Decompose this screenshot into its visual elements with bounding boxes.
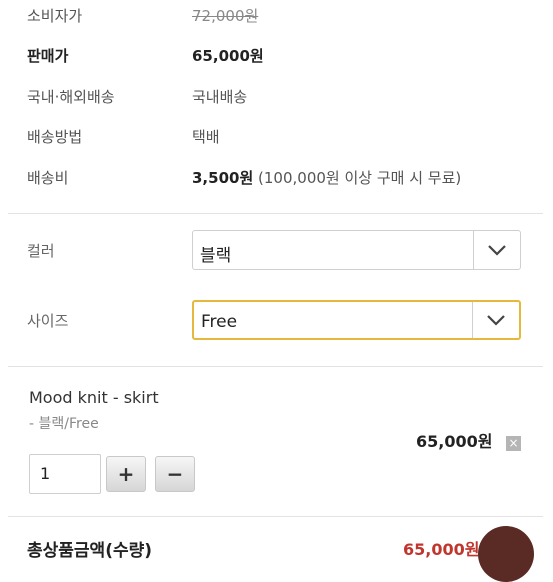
increase-button[interactable]: + (106, 456, 146, 492)
quantity-input[interactable]: 1 (29, 454, 101, 494)
color-select-toggle[interactable] (473, 231, 520, 269)
color-select[interactable]: 블랙 (192, 230, 521, 270)
product-option: - 블랙/Free (29, 416, 99, 432)
consumer-price-label: 소비자가 (27, 7, 83, 25)
decrease-button[interactable]: − (155, 456, 195, 492)
shipping-method-label: 배송방법 (27, 128, 83, 146)
divider (8, 213, 543, 214)
floating-action-button[interactable] (478, 526, 534, 582)
shipping-fee: 3,500원 (192, 169, 254, 187)
consumer-price: 72,000원 (192, 7, 259, 25)
size-select[interactable]: Free (192, 300, 521, 340)
shipping-fee-label: 배송비 (27, 169, 69, 187)
divider (8, 516, 543, 517)
divider (8, 366, 543, 367)
sale-price: 65,000원 (192, 47, 264, 65)
product-name: Mood knit - skirt (29, 388, 159, 407)
total-label: 총상품금액(수량) (27, 541, 153, 561)
chevron-down-icon (487, 315, 505, 326)
delete-icon[interactable]: × (506, 436, 521, 451)
shipping-method: 택배 (192, 128, 220, 146)
shipping-fee-line: 3,500원 (100,000원 이상 구매 시 무료) (192, 167, 461, 188)
shipping-scope-label: 국내·해외배송 (27, 88, 115, 106)
color-select-value: 블랙 (200, 246, 232, 266)
color-label: 컬러 (27, 242, 55, 260)
chevron-down-icon (488, 245, 506, 256)
size-select-value: Free (201, 312, 238, 332)
shipping-scope: 국내배송 (192, 88, 248, 106)
shipping-fee-note: (100,000원 이상 구매 시 무료) (258, 169, 462, 187)
sale-price-label: 판매가 (27, 47, 69, 65)
size-select-toggle[interactable] (472, 302, 519, 338)
item-price: 65,000원 (416, 432, 493, 451)
size-label: 사이즈 (27, 312, 69, 330)
